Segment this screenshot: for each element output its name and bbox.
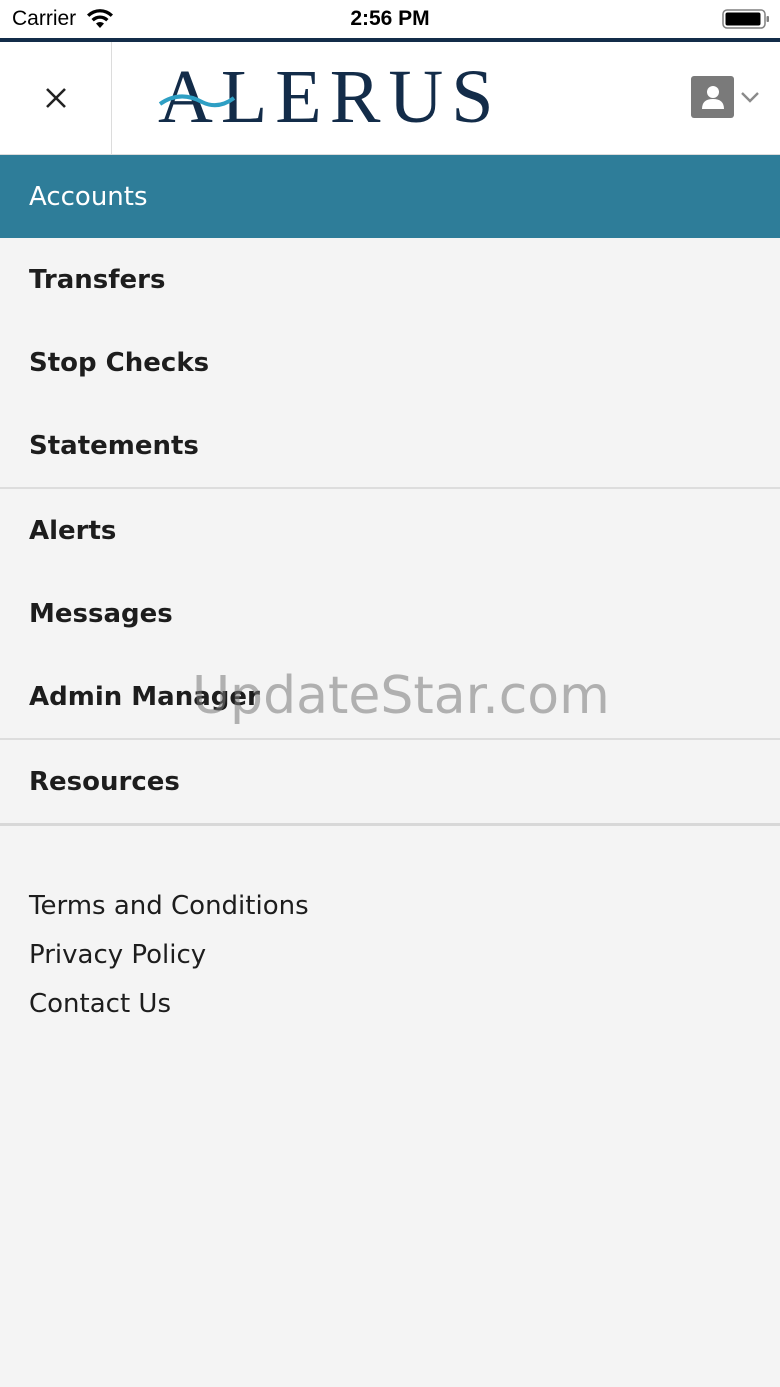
main-navigation: Accounts Transfers Stop Checks Statement… [0,155,780,826]
menu-divider [0,823,780,826]
chevron-down-icon [741,92,759,103]
footer-links: Terms and Conditions Privacy Policy Cont… [29,883,309,1030]
user-icon [701,86,724,109]
nav-item-accounts[interactable]: Accounts [0,155,780,238]
battery-icon [722,9,769,29]
status-bar: Carrier 2:56 PM [0,0,780,38]
nav-item-messages[interactable]: Messages [0,572,780,655]
nav-item-alerts[interactable]: Alerts [0,489,780,572]
status-time: 2:56 PM [350,7,430,30]
user-profile-menu[interactable] [691,76,760,118]
carrier-label: Carrier [12,7,77,30]
nav-item-statements[interactable]: Statements [0,404,780,487]
terms-link[interactable]: Terms and Conditions [29,883,309,932]
nav-item-stop-checks[interactable]: Stop Checks [0,321,780,404]
close-menu-button[interactable] [0,42,112,154]
nav-item-resources[interactable]: Resources [0,740,780,823]
app-header: ALERUS [0,38,780,155]
wifi-icon [87,9,114,28]
close-icon [45,88,66,108]
logo-swoosh-icon [158,94,236,108]
privacy-policy-link[interactable]: Privacy Policy [29,932,309,981]
nav-item-transfers[interactable]: Transfers [0,238,780,321]
contact-us-link[interactable]: Contact Us [29,981,309,1030]
carrier-indicator: Carrier [12,7,114,31]
avatar [691,76,734,118]
nav-item-admin-manager[interactable]: Admin Manager [0,655,780,738]
alerus-logo: ALERUS [158,59,503,135]
